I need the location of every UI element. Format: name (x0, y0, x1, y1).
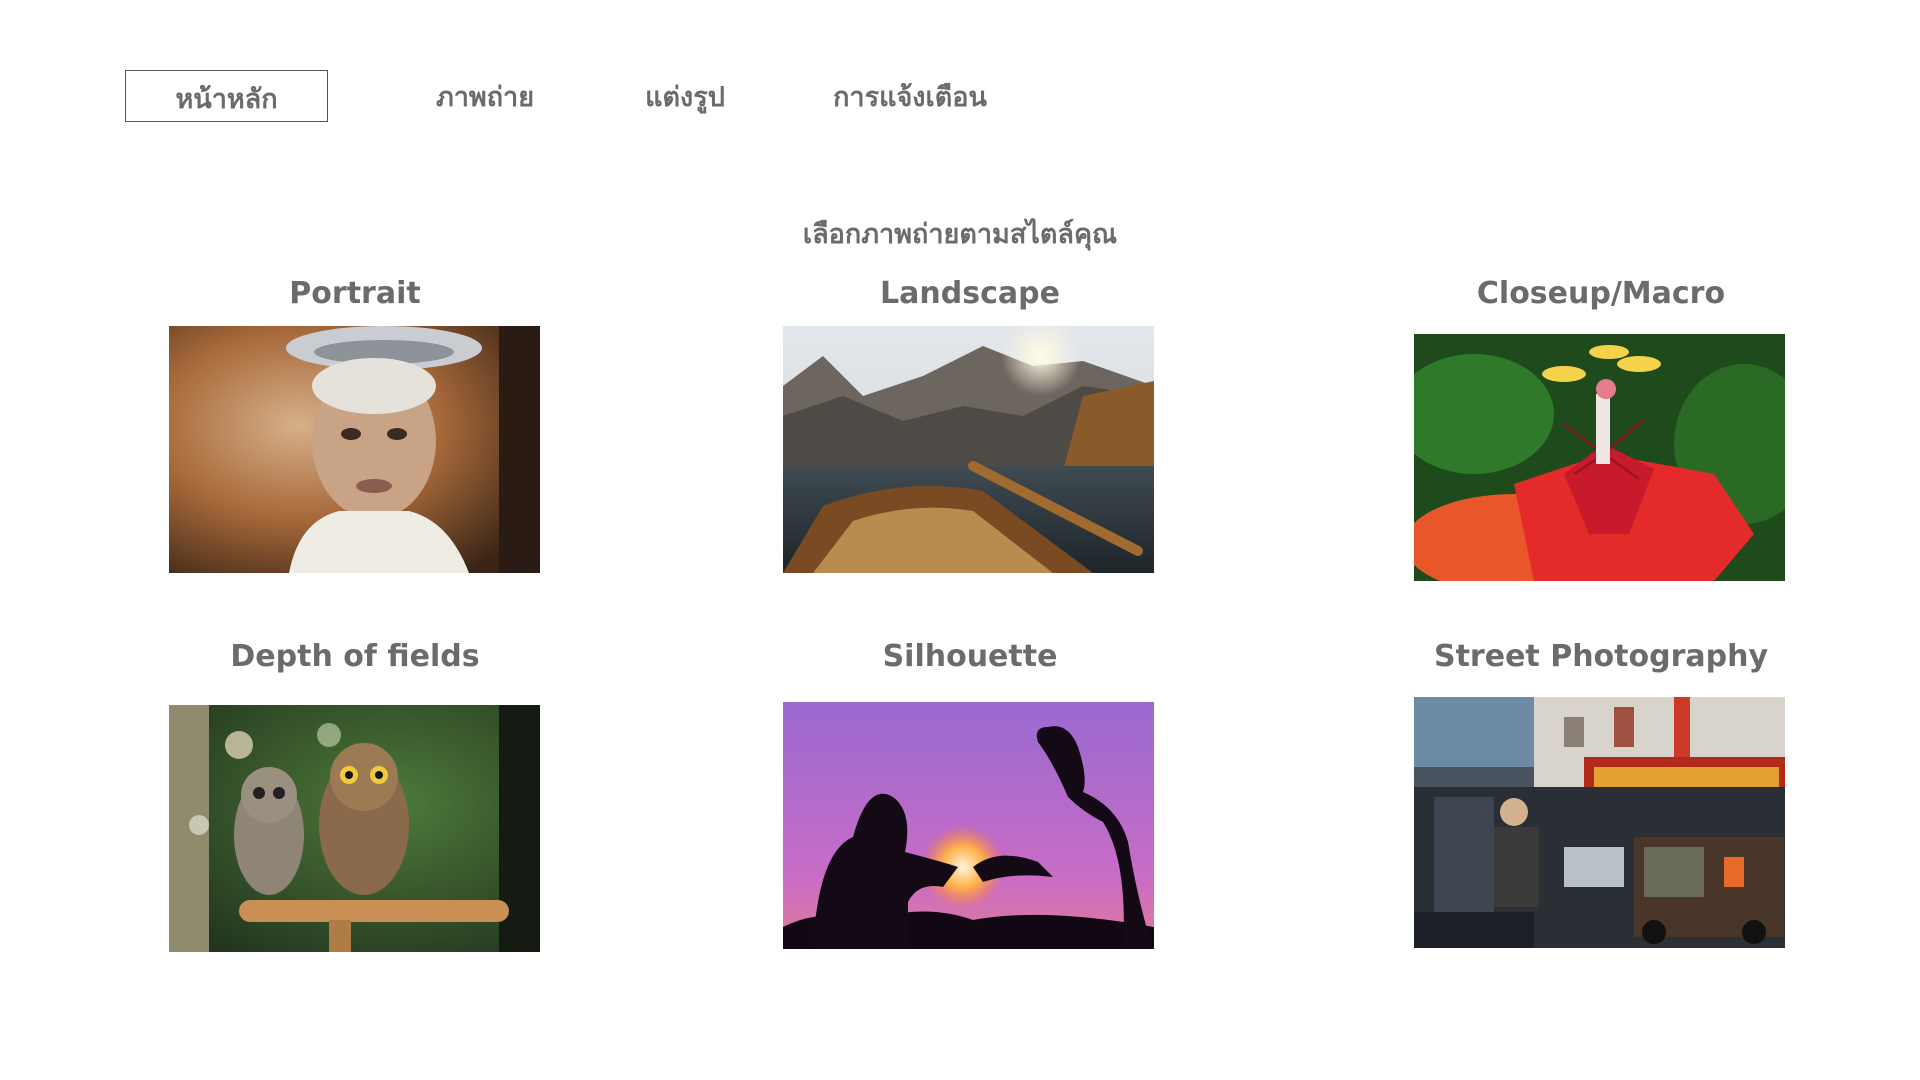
category-title-depth-of-fields: Depth of fields (230, 639, 480, 674)
category-title-street-photography: Street Photography (1433, 639, 1769, 674)
landscape-photo[interactable] (783, 326, 1154, 573)
category-title-portrait: Portrait (289, 276, 421, 311)
nav-edit-photo[interactable]: แต่งรูป (620, 70, 750, 122)
portrait-photo[interactable] (169, 326, 540, 573)
closeup-macro-photo[interactable] (1414, 334, 1785, 581)
street-photography-photo[interactable] (1414, 697, 1785, 948)
nav-notifications[interactable]: การแจ้งเตือน (815, 70, 1005, 122)
depth-of-fields-photo[interactable] (169, 705, 540, 952)
nav-home[interactable]: หน้าหลัก (125, 70, 328, 122)
category-title-silhouette: Silhouette (882, 639, 1058, 674)
category-title-closeup-macro: Closeup/Macro (1476, 276, 1726, 311)
silhouette-photo[interactable] (783, 702, 1154, 949)
page-subtitle: เลือกภาพถ่ายตามสไตล์คุณ (802, 219, 1118, 250)
nav-photos[interactable]: ภาพถ่าย (410, 70, 560, 122)
category-title-landscape: Landscape (880, 276, 1060, 311)
